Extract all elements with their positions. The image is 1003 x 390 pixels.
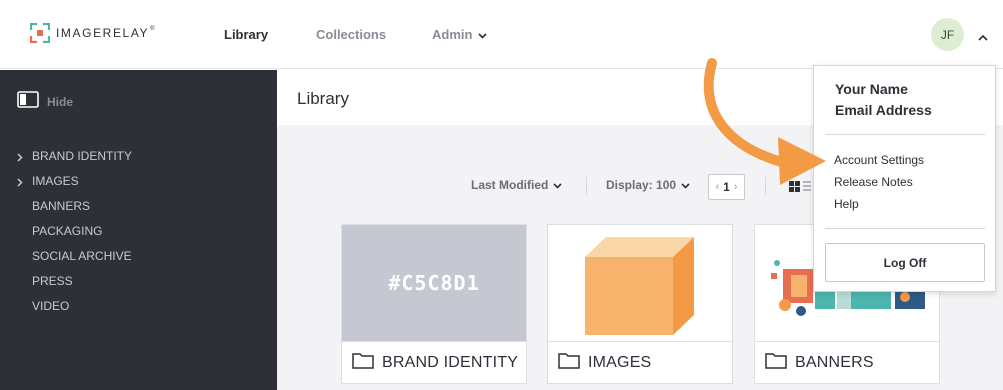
card-footer[interactable]: IMAGES [548, 341, 732, 383]
user-name: Your Name [835, 81, 908, 97]
sidebar-item-video[interactable]: VIDEO [0, 293, 277, 318]
sidebar-item-label: PACKAGING [32, 223, 103, 238]
sidebar-item-label: SOCIAL ARCHIVE [32, 248, 132, 263]
page-number: 1 [723, 180, 730, 194]
menu-item-account-settings[interactable]: Account Settings [834, 153, 924, 167]
top-bar: IMAGERELAY® Library Collections Admin JF [0, 0, 1003, 69]
hide-label: Hide [47, 95, 74, 109]
sort-dropdown[interactable]: Last Modified [471, 178, 562, 192]
page-title: Library [297, 89, 349, 108]
chevron-right-icon[interactable]: › [734, 181, 738, 193]
log-off-button[interactable]: Log Off [825, 243, 985, 282]
box-illustration [585, 237, 694, 335]
sidebar-item-label: BANNERS [32, 198, 91, 213]
display-label: Display: 100 [606, 178, 677, 192]
sidebar: Hide BRAND IDENTITY IMAGES BANNERS PACKA… [0, 70, 277, 390]
sidebar-item-label: IMAGES [32, 173, 79, 188]
toolbar-divider [765, 177, 766, 195]
card-footer[interactable]: BRAND IDENTITY [342, 341, 526, 383]
sidebar-item-label: PRESS [32, 273, 73, 288]
chevron-down-icon [681, 178, 690, 192]
menu-item-release-notes[interactable]: Release Notes [834, 175, 913, 189]
hide-sidebar-toggle[interactable]: Hide [17, 91, 73, 113]
folder-icon [765, 352, 787, 374]
folder-icon [352, 352, 374, 374]
sidebar-item-packaging[interactable]: PACKAGING [0, 218, 277, 243]
sidebar-item-banners[interactable]: BANNERS [0, 193, 277, 218]
chevron-right-icon[interactable] [17, 151, 23, 165]
card-label: BRAND IDENTITY [382, 353, 519, 371]
card-footer[interactable]: BANNERS [755, 341, 939, 383]
page-selector[interactable]: ‹ 1 › [708, 174, 745, 200]
chevron-down-icon [478, 27, 488, 42]
sidebar-item-press[interactable]: PRESS [0, 268, 277, 293]
collection-card-brand-identity[interactable]: #C5C8D1 BRAND IDENTITY [341, 224, 527, 384]
card-label: BANNERS [795, 353, 874, 371]
user-avatar[interactable]: JF [931, 18, 964, 51]
imagerelay-logo-icon [29, 22, 51, 44]
collection-card-images[interactable]: IMAGES [547, 224, 733, 384]
folder-icon [558, 352, 580, 374]
sidebar-item-brand-identity[interactable]: BRAND IDENTITY [0, 143, 277, 168]
nav-admin[interactable]: Admin [432, 27, 488, 42]
card-thumbnail[interactable] [548, 225, 732, 341]
collection-list: BRAND IDENTITY IMAGES BANNERS PACKAGING … [0, 143, 277, 318]
chevron-down-icon [553, 178, 562, 192]
grid-view-icon[interactable] [789, 180, 811, 198]
sidebar-item-label: BRAND IDENTITY [32, 148, 133, 163]
sort-label: Last Modified [471, 178, 549, 192]
user-email: Email Address [835, 102, 932, 118]
sidebar-item-images[interactable]: IMAGES [0, 168, 277, 193]
nav-collections[interactable]: Collections [316, 27, 386, 42]
nav-admin-label: Admin [432, 27, 473, 42]
chevron-right-icon[interactable] [17, 176, 23, 190]
sidebar-panel-icon [17, 91, 39, 113]
sidebar-item-social-archive[interactable]: SOCIAL ARCHIVE [0, 243, 277, 268]
toolbar-divider [586, 177, 587, 195]
color-swatch: #C5C8D1 [342, 225, 526, 341]
chevron-up-icon[interactable] [978, 28, 988, 46]
card-label: IMAGES [588, 353, 652, 371]
display-count-dropdown[interactable]: Display: 100 [606, 178, 690, 192]
account-dropdown-menu: Your Name Email Address Account Settings… [813, 65, 996, 292]
menu-divider [825, 228, 985, 229]
menu-divider [825, 134, 985, 135]
imagerelay-logo[interactable]: IMAGERELAY® [29, 22, 155, 44]
chevron-left-icon[interactable]: ‹ [715, 181, 719, 193]
logo-text: IMAGERELAY® [56, 26, 155, 40]
sidebar-item-label: VIDEO [32, 298, 70, 313]
card-thumbnail[interactable]: #C5C8D1 [342, 225, 526, 341]
menu-item-help[interactable]: Help [834, 197, 859, 211]
nav-library[interactable]: Library [224, 27, 268, 42]
